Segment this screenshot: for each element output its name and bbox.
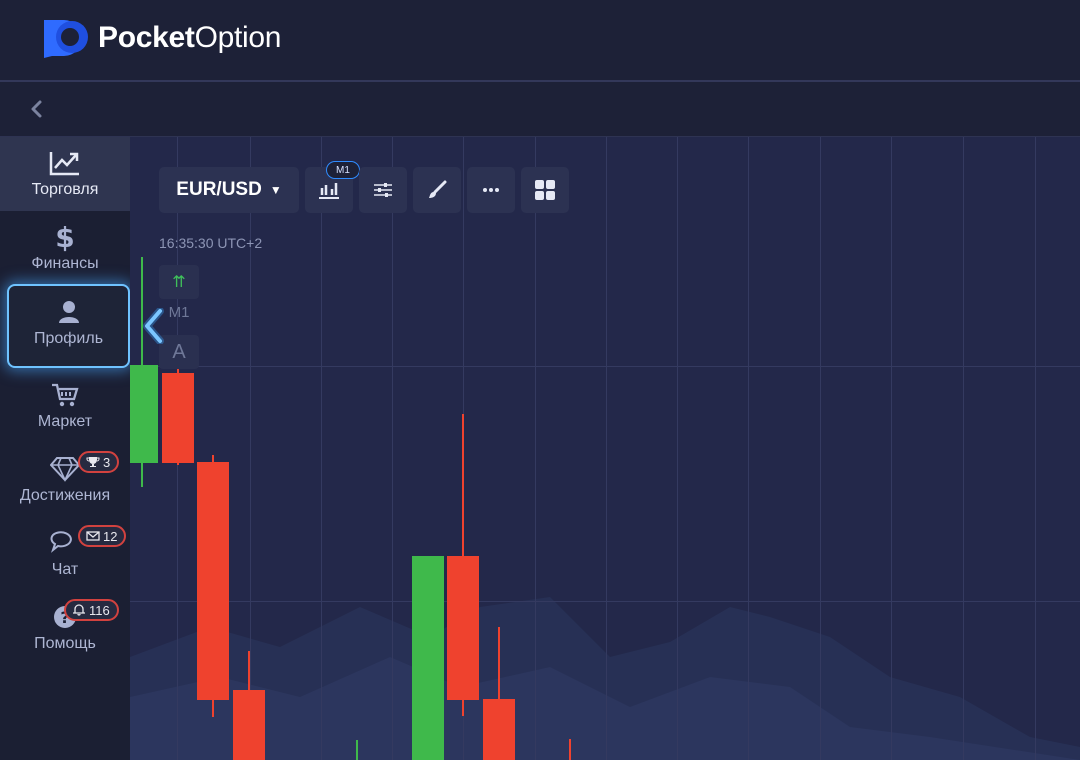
server-time: 16:35:30 UTC+2 <box>159 235 263 251</box>
pocket-option-app: PocketOption Торговля $ Финансы Профиль <box>0 0 1080 760</box>
indicators-button[interactable] <box>359 167 407 213</box>
layout-grid-icon <box>535 180 555 200</box>
sidebar-item-label: Достижения <box>19 487 111 504</box>
auto-scale-button[interactable]: A <box>159 335 199 369</box>
candle-down <box>483 699 515 760</box>
layout-button[interactable] <box>521 167 569 213</box>
grid-line <box>392 137 393 760</box>
pointer-arrow-icon <box>143 308 164 344</box>
grid-line <box>130 366 1080 367</box>
caret-down-icon: ▼ <box>269 183 282 197</box>
mail-icon <box>86 531 100 541</box>
trading-chart[interactable]: EUR/USD ▼ M1 16:35:30 UTC+2 ⇈ M1 A <box>130 137 1080 760</box>
grid-line <box>820 137 821 760</box>
badge-count: 12 <box>103 528 118 544</box>
mini-timeframe-button[interactable]: M1 <box>159 295 199 329</box>
sidebar-item-profile[interactable]: Профиль <box>7 284 130 368</box>
svg-text:$: $ <box>55 222 74 252</box>
asset-pair-selector[interactable]: EUR/USD ▼ <box>159 167 299 213</box>
grid-line <box>535 137 536 760</box>
chat-badge: 12 <box>78 525 127 547</box>
top-header: PocketOption <box>0 0 1080 80</box>
trend-chart-icon <box>48 147 82 179</box>
sidebar-item-help[interactable]: ? Помощь 116 <box>0 591 130 665</box>
badge-count: 116 <box>89 602 110 618</box>
sidebar-item-label: Финансы <box>31 255 99 272</box>
cart-icon <box>48 379 82 411</box>
more-dots-icon <box>483 188 499 192</box>
mini-timeframe-label: M1 <box>168 303 190 321</box>
brand-name-bold: Pocket <box>98 21 195 54</box>
achievements-badge: 3 <box>78 451 120 473</box>
settings-sliders-icon <box>374 183 392 197</box>
brand-name: PocketOption <box>98 21 281 55</box>
sidebar-item-achievements[interactable]: Достижения 3 <box>0 443 130 517</box>
sidebar: Торговля $ Финансы Профиль Маркет Достиж… <box>0 137 130 760</box>
sidebar-item-label: Маркет <box>37 413 93 430</box>
bell-icon <box>73 604 85 616</box>
more-options-button[interactable] <box>467 167 515 213</box>
timeframe-tag: M1 <box>326 161 360 179</box>
badge-count: 3 <box>103 454 111 470</box>
trend-toggle-button[interactable]: ⇈ <box>159 265 199 299</box>
sidebar-item-label: Помощь <box>34 635 96 652</box>
grid-line <box>677 137 678 760</box>
grid-line <box>130 601 1080 602</box>
sidebar-item-label: Профиль <box>33 330 104 347</box>
candle-down <box>233 690 265 760</box>
diamond-icon <box>48 453 82 485</box>
candle-up <box>412 556 444 760</box>
grid-line <box>1035 137 1036 760</box>
grid-line <box>321 137 322 760</box>
candle-wick <box>569 739 571 760</box>
sub-header <box>0 82 1080 136</box>
grid-line <box>891 137 892 760</box>
chat-icon <box>48 527 82 559</box>
auto-scale-label: A <box>172 340 186 363</box>
pocket-option-logo-icon <box>44 20 88 58</box>
brand-name-light: Option <box>194 21 282 54</box>
user-icon <box>52 296 86 328</box>
drawing-tools-button[interactable] <box>413 167 461 213</box>
grid-line <box>963 137 964 760</box>
grid-line <box>606 137 607 760</box>
trophy-icon <box>86 457 100 467</box>
candle-up <box>130 365 158 463</box>
dollar-icon: $ <box>48 221 82 253</box>
candle-down <box>162 373 194 463</box>
sidebar-item-label: Чат <box>51 561 79 578</box>
sidebar-item-finance[interactable]: $ Финансы <box>0 211 130 285</box>
candle-down <box>197 462 229 700</box>
grid-line <box>250 137 251 760</box>
sidebar-item-chat[interactable]: Чат 12 <box>0 517 130 591</box>
grid-line <box>748 137 749 760</box>
asset-pair-label: EUR/USD <box>176 179 262 200</box>
back-chevron-icon[interactable] <box>26 96 46 122</box>
double-arrow-up-icon: ⇈ <box>172 274 186 291</box>
candle-wick <box>356 740 358 760</box>
help-badge: 116 <box>64 599 119 621</box>
chart-type-icon <box>319 183 339 199</box>
brand-logo[interactable]: PocketOption <box>42 18 281 58</box>
drawing-brush-icon <box>429 180 447 198</box>
sidebar-item-market[interactable]: Маркет <box>0 369 130 443</box>
sidebar-item-label: Торговля <box>31 181 99 198</box>
sidebar-item-trading[interactable]: Торговля <box>0 137 130 211</box>
mountain-background <box>130 597 1080 760</box>
candle-down <box>447 556 479 700</box>
